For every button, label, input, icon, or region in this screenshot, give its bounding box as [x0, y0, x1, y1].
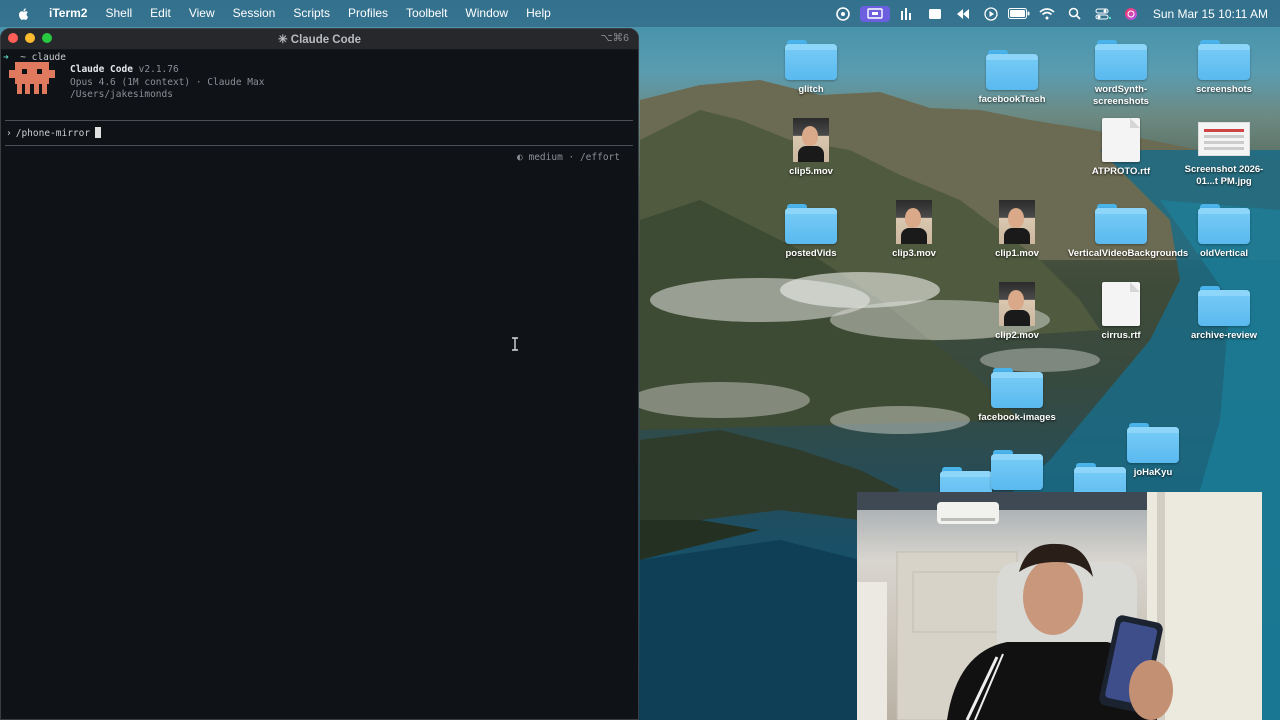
- menu-clock[interactable]: Sun Mar 15 10:11 AM: [1153, 7, 1268, 21]
- desktop-file-clip1[interactable]: clip1.mov: [969, 200, 1065, 260]
- webcam-overlay: [857, 492, 1262, 720]
- menu-app-name[interactable]: iTerm2: [45, 0, 96, 27]
- folder-icon: [785, 40, 837, 80]
- desktop-icon-label: oldVertical: [1199, 248, 1249, 259]
- creative-cloud-icon[interactable]: [832, 6, 854, 22]
- claude-mascot-icon: [9, 62, 55, 94]
- spotlight-search-icon[interactable]: [1064, 6, 1086, 22]
- desktop-icon-label: wordSynth-screenshots: [1093, 84, 1149, 107]
- menu-edit[interactable]: Edit: [141, 0, 180, 27]
- window-icon[interactable]: [924, 6, 946, 22]
- desktop-folder-postedvids[interactable]: postedVids: [763, 204, 859, 260]
- desktop-folder-verticalvideobackgrounds[interactable]: VerticalVideoBackgrounds: [1068, 204, 1189, 260]
- rewind-icon[interactable]: [952, 6, 974, 22]
- input-bottom-divider: [5, 145, 633, 146]
- desktop-file-screenshot[interactable]: Screenshot 2026-01...t PM.jpg: [1174, 118, 1274, 188]
- iterm-window: ✳ Claude Code ⌥⌘6 ➜ ~ claude Claude Code…: [0, 28, 639, 720]
- video-thumbnail-icon: [999, 282, 1035, 326]
- ibeam-cursor-icon: [512, 337, 518, 351]
- menu-scripts[interactable]: Scripts: [284, 0, 339, 27]
- folder-icon: [1198, 204, 1250, 244]
- desktop-icon-label: archive-review: [1190, 330, 1257, 341]
- siri-icon[interactable]: [1120, 6, 1142, 22]
- desktop-icon-label: ATPROTO.rtf: [1091, 166, 1151, 177]
- desktop-folder-screenshots[interactable]: screenshots: [1176, 40, 1272, 96]
- desktop-icon-label: clip5.mov: [789, 166, 833, 177]
- desktop-icon-label: screenshots: [1196, 84, 1252, 95]
- video-thumbnail-icon: [793, 118, 829, 162]
- menu-window[interactable]: Window: [456, 0, 517, 27]
- input-text[interactable]: /phone-mirror: [16, 128, 90, 139]
- folder-icon: [1095, 40, 1147, 80]
- apple-icon[interactable]: [17, 7, 31, 21]
- menu-view[interactable]: View: [180, 0, 224, 27]
- folder-icon: [1198, 286, 1250, 326]
- desktop-folder-partial[interactable]: [969, 450, 1065, 494]
- prompt-input[interactable]: › /phone-mirror: [6, 127, 102, 139]
- video-thumbnail-icon: [896, 200, 932, 244]
- minimize-window-button[interactable]: [25, 33, 35, 43]
- window-shortcut: ⌥⌘6: [600, 32, 629, 44]
- desktop-folder-oldvertical[interactable]: oldVertical: [1176, 204, 1272, 260]
- menu-help[interactable]: Help: [517, 0, 560, 27]
- desktop-icon-label: clip1.mov: [995, 248, 1039, 259]
- folder-icon: [1198, 40, 1250, 80]
- menu-toolbelt[interactable]: Toolbelt: [397, 0, 456, 27]
- desktop-file-clip5[interactable]: clip5.mov: [763, 118, 859, 178]
- webcam-feed-image: [857, 492, 1262, 720]
- screen-mirror-icon[interactable]: [859, 5, 890, 22]
- desktop-icon-label: clip2.mov: [995, 330, 1039, 341]
- menu-session[interactable]: Session: [224, 0, 285, 27]
- folder-icon: [991, 368, 1043, 408]
- input-chevron-icon: ›: [6, 128, 12, 139]
- status-tray: Sun Mar 15 10:11 AM: [829, 0, 1268, 27]
- desktop-file-clip2[interactable]: clip2.mov: [969, 282, 1065, 342]
- menu-profiles[interactable]: Profiles: [339, 0, 397, 27]
- desktop-file-cirrus[interactable]: cirrus.rtf: [1073, 282, 1169, 342]
- desktop-folder-glitch[interactable]: glitch: [763, 40, 859, 96]
- app-name: Claude Code: [70, 64, 133, 75]
- window-title: ✳ Claude Code: [277, 34, 362, 46]
- app-version: v2.1.76: [138, 64, 179, 75]
- desktop-icon-label: facebookTrash: [978, 94, 1046, 105]
- working-directory: /Users/jakesimonds: [70, 89, 173, 100]
- folder-icon: [986, 50, 1038, 90]
- desktop-icon-label: VerticalVideoBackgrounds: [1068, 248, 1189, 259]
- audio-levels-icon[interactable]: [896, 6, 918, 22]
- window-titlebar[interactable]: ✳ Claude Code ⌥⌘6: [1, 29, 638, 50]
- zoom-window-button[interactable]: [42, 33, 52, 43]
- effort-indicator[interactable]: ◐ medium · /effort: [517, 152, 620, 163]
- desktop-folder-wordsynth-screenshots[interactable]: wordSynth-screenshots: [1073, 40, 1169, 108]
- control-center-icon[interactable]: [1092, 6, 1114, 22]
- text-cursor: [95, 127, 102, 138]
- close-window-button[interactable]: [8, 33, 18, 43]
- desktop-folder-facebooktrash[interactable]: facebookTrash: [964, 50, 1060, 106]
- image-thumbnail-icon: [1198, 122, 1250, 156]
- desktop-icon-label: facebook-images: [978, 412, 1056, 423]
- folder-icon: [1095, 204, 1147, 244]
- desktop-icon-label: cirrus.rtf: [1101, 330, 1141, 341]
- folder-icon: [785, 204, 837, 244]
- menu-bar: iTerm2 Shell Edit View Session Scripts P…: [0, 0, 1280, 27]
- play-icon[interactable]: [980, 6, 1002, 22]
- app-header: Claude Code v2.1.76: [70, 64, 179, 75]
- desktop-file-atproto[interactable]: ATPROTO.rtf: [1073, 118, 1169, 178]
- folder-icon: [1127, 423, 1179, 463]
- battery-icon[interactable]: [1007, 6, 1030, 22]
- document-icon: [1102, 282, 1140, 326]
- desktop-icon-label: Screenshot 2026-01...t PM.jpg: [1184, 164, 1264, 187]
- menu-shell[interactable]: Shell: [96, 0, 141, 27]
- document-icon: [1102, 118, 1140, 162]
- desktop-folder-facebook-images[interactable]: facebook-images: [969, 368, 1065, 424]
- desktop-file-clip3[interactable]: clip3.mov: [866, 200, 962, 260]
- wifi-icon[interactable]: [1036, 6, 1058, 22]
- desktop-icon-label: glitch: [798, 84, 824, 95]
- video-thumbnail-icon: [999, 200, 1035, 244]
- folder-icon: [991, 450, 1043, 490]
- desktop-icon-label: postedVids: [785, 248, 837, 259]
- model-line: Opus 4.6 (1M context) · Claude Max: [70, 77, 265, 88]
- input-top-divider: [5, 120, 633, 121]
- desktop-folder-archive-review[interactable]: archive-review: [1176, 286, 1272, 342]
- desktop-icon-label: clip3.mov: [892, 248, 936, 259]
